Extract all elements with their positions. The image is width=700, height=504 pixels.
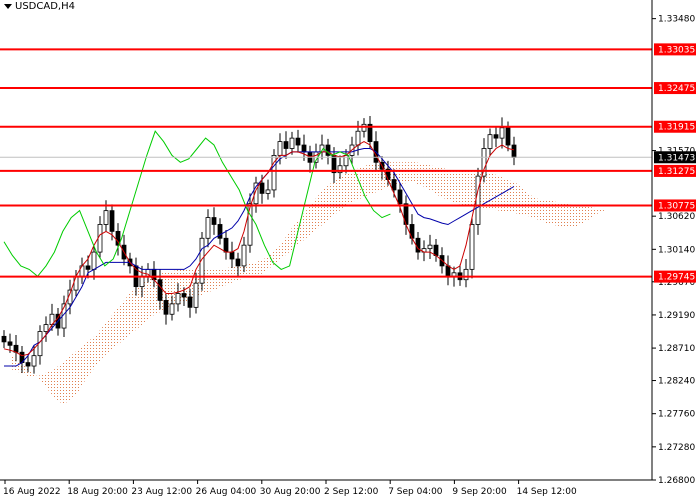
candle-body: [259, 182, 265, 194]
level-price-label: 1.30775: [658, 201, 695, 211]
candle-body: [229, 251, 235, 260]
candle-body: [397, 189, 403, 205]
symbol-title-text: USDCAD,H4: [15, 1, 75, 12]
candle-body: [361, 123, 367, 132]
candle-body: [433, 244, 439, 256]
time-tick-label: 23 Aug 12:00: [131, 487, 192, 497]
candle-body: [355, 130, 361, 146]
candle-body: [217, 224, 223, 239]
candle-body: [73, 275, 79, 291]
candle-body: [289, 137, 295, 149]
price-chart[interactable]: 1.334801.315701.306201.301401.296701.291…: [0, 0, 700, 500]
candle-body: [1, 335, 7, 343]
candle-body: [511, 144, 517, 158]
price-tick-label: 1.30140: [658, 245, 695, 255]
candle-body: [487, 134, 493, 149]
level-price-label: 1.31275: [658, 167, 695, 177]
candle-body: [7, 341, 13, 346]
candle-body: [91, 251, 97, 270]
candle-body: [247, 203, 253, 246]
chart-background: [0, 0, 700, 500]
candle-body: [277, 141, 283, 156]
price-tick-label: 1.29190: [658, 311, 695, 321]
candle-body: [43, 324, 49, 332]
time-tick-label: 30 Aug 20:00: [260, 487, 321, 497]
candle-body: [139, 275, 145, 288]
candle-body: [175, 293, 181, 305]
price-tick-label: 1.28710: [658, 344, 695, 354]
candle-body: [391, 179, 397, 191]
time-tick-label: 2 Sep 12:00: [324, 487, 379, 497]
level-price-label: 1.31915: [658, 123, 695, 133]
symbol-title[interactable]: USDCAD,H4: [4, 1, 75, 12]
time-tick-label: 26 Aug 04:00: [196, 487, 257, 497]
price-tick-label: 1.26800: [658, 476, 695, 486]
level-price-label: 1.32475: [658, 84, 695, 94]
candle-body: [187, 296, 193, 308]
candle-body: [415, 237, 421, 253]
current-price-label: 1.31473: [658, 153, 695, 163]
candle-body: [301, 144, 307, 153]
candle-body: [481, 148, 487, 177]
level-price-label: 1.29745: [658, 273, 695, 283]
candle-body: [169, 303, 175, 315]
candle-body: [103, 210, 109, 225]
candle-body: [193, 282, 199, 308]
price-tick-label: 1.28240: [658, 377, 695, 387]
candle-body: [241, 244, 247, 267]
candle-body: [211, 217, 217, 225]
candle-body: [505, 127, 511, 146]
candle-body: [31, 355, 37, 367]
candle-body: [181, 293, 187, 298]
candle-body: [97, 224, 103, 253]
price-tick-label: 1.30620: [658, 212, 695, 222]
candle-body: [205, 217, 211, 239]
candle-body: [283, 141, 289, 149]
time-tick-label: 9 Sep 20:00: [452, 487, 507, 497]
candle-body: [85, 265, 91, 270]
time-tick-label: 14 Sep 12:00: [517, 487, 577, 497]
candle-body: [493, 134, 499, 139]
candle-body: [109, 210, 115, 232]
candle-body: [499, 127, 505, 139]
candle-body: [235, 258, 241, 267]
time-tick-label: 18 Aug 20:00: [67, 487, 128, 497]
candle-body: [295, 137, 301, 146]
price-tick-label: 1.27760: [658, 410, 695, 420]
time-tick-label: 16 Aug 2022: [3, 487, 61, 497]
dropdown-triangle-icon[interactable]: [4, 4, 12, 9]
candle-body: [25, 362, 31, 367]
price-tick-label: 1.33480: [658, 15, 695, 25]
price-tick-label: 1.27280: [658, 443, 695, 453]
candle-body: [157, 279, 163, 301]
candle-body: [265, 189, 271, 194]
time-tick-label: 7 Sep 04:00: [388, 487, 443, 497]
candle-body: [163, 300, 169, 315]
candle-body: [427, 244, 433, 250]
candle-body: [223, 237, 229, 253]
candle-body: [469, 224, 475, 270]
chart-window[interactable]: 1.334801.315701.306201.301401.296701.291…: [0, 0, 700, 500]
candle-body: [463, 268, 469, 281]
candle-body: [445, 265, 451, 277]
level-price-label: 1.33035: [658, 45, 695, 55]
candle-body: [13, 344, 19, 353]
